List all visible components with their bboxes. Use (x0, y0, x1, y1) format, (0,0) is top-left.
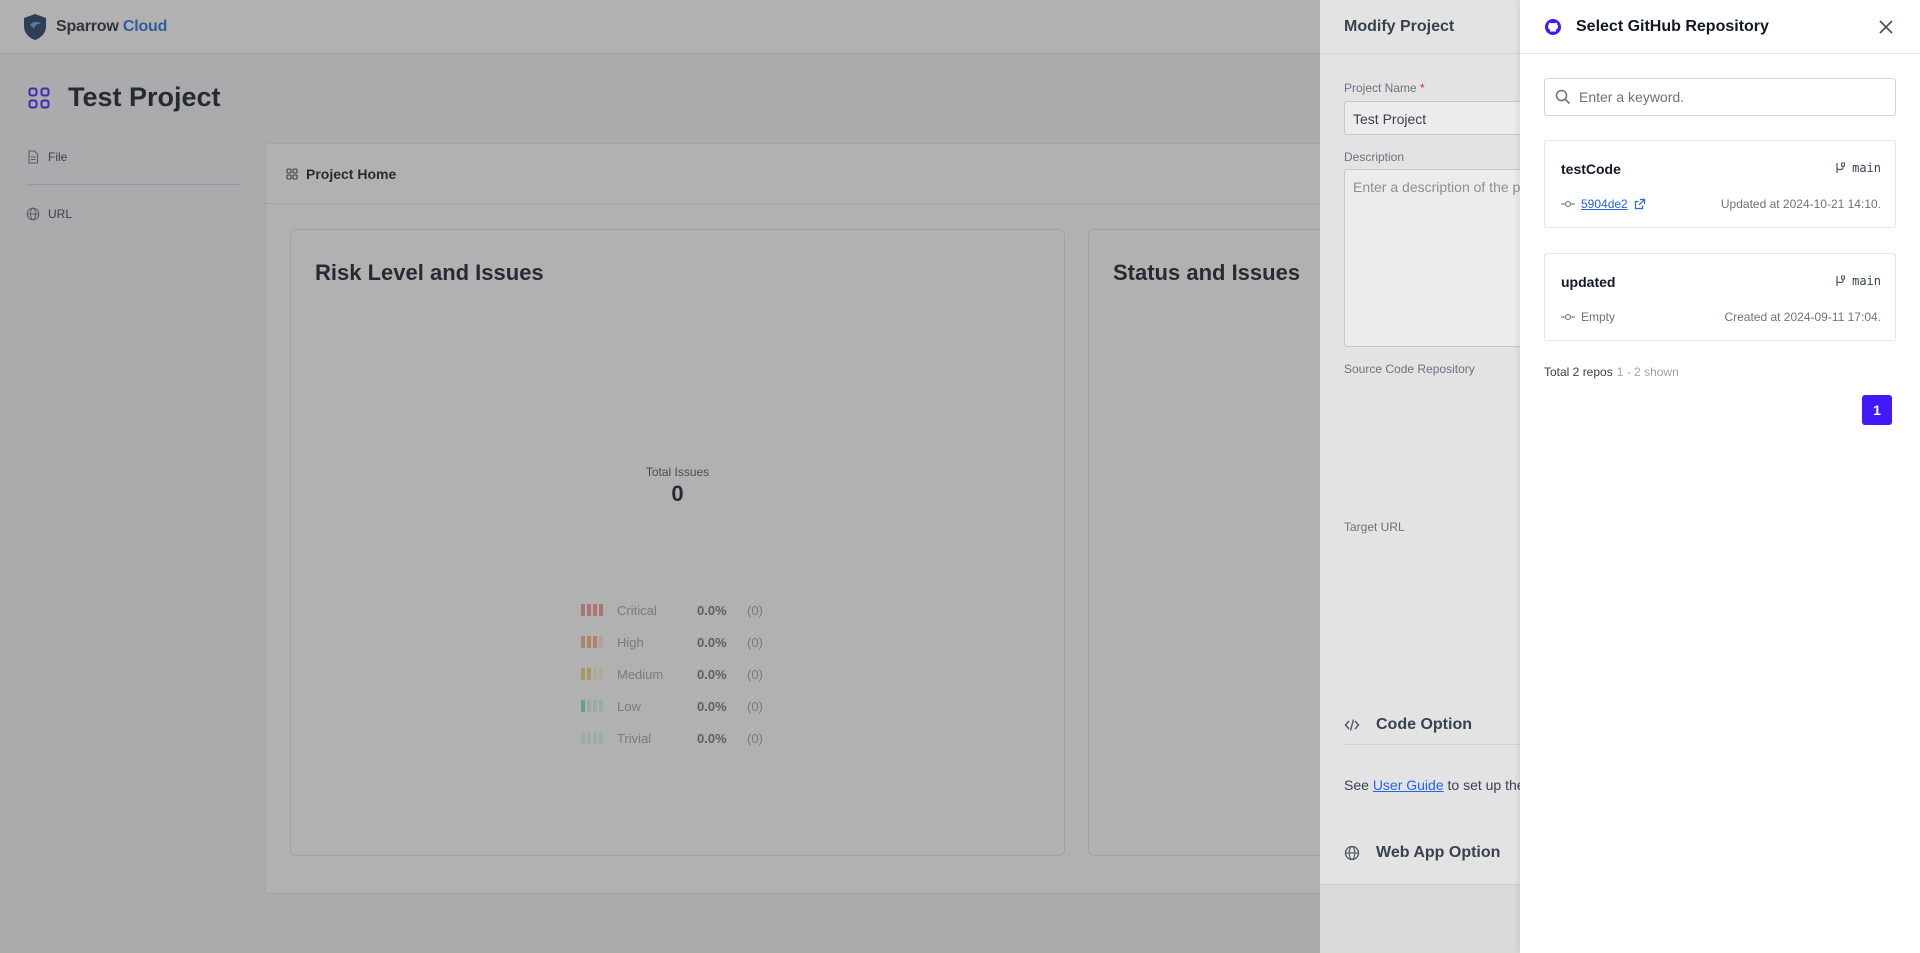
search-box (1544, 78, 1896, 116)
search-input[interactable] (1579, 89, 1879, 105)
user-guide-link[interactable]: User Guide (1373, 777, 1444, 793)
repo-count: Total 2 repos 1 - 2 shown (1544, 365, 1679, 379)
commit-icon (1561, 200, 1575, 208)
guide-suffix: to set up the (1443, 777, 1525, 793)
repo-shown: 1 - 2 shown (1616, 365, 1679, 379)
project-name-label: Project Name * (1344, 81, 1425, 95)
repo-name: testCode (1561, 161, 1621, 177)
commit-empty: Empty (1581, 310, 1616, 324)
drawer-title: Select GitHub Repository (1576, 17, 1769, 35)
code-icon (1344, 719, 1360, 731)
section-title: Web App Option (1376, 844, 1501, 861)
repo-commit: Empty (1561, 310, 1615, 324)
globe-icon (1344, 845, 1360, 861)
branch-icon (1836, 162, 1846, 173)
repo-item-updated[interactable]: updated main Empty Created at 2024-09-11… (1544, 253, 1896, 341)
external-link-icon[interactable] (1634, 198, 1646, 210)
pagination-page-1[interactable]: 1 (1862, 395, 1892, 425)
branch-name: main (1852, 274, 1881, 288)
guide-prefix: See (1344, 777, 1373, 793)
github-icon (1545, 18, 1561, 35)
commit-icon (1561, 313, 1575, 321)
source-repo-label: Source Code Repository (1344, 362, 1475, 376)
section-title: Code Option (1376, 716, 1472, 733)
repo-date: Created at 2024-09-11 17:04. (1724, 310, 1881, 324)
label-text: Project Name (1344, 81, 1417, 95)
select-github-repository-drawer: Select GitHub Repository testCode main 5… (1520, 0, 1920, 953)
target-url-label: Target URL (1344, 520, 1405, 534)
guide-text: See User Guide to set up the (1344, 777, 1525, 793)
repo-total: Total 2 repos (1544, 365, 1613, 379)
repo-branch: main (1835, 161, 1881, 175)
repo-item-testcode[interactable]: testCode main 5904de2 Updated at 2024-10… (1544, 140, 1896, 228)
repo-date: Updated at 2024-10-21 14:10. (1720, 197, 1881, 211)
commit-link[interactable]: 5904de2 (1581, 197, 1628, 211)
branch-icon (1836, 275, 1846, 286)
required-mark: * (1420, 81, 1425, 95)
branch-name: main (1852, 161, 1881, 175)
repo-commit: 5904de2 (1561, 197, 1646, 211)
repo-branch: main (1835, 274, 1881, 288)
close-icon[interactable] (1876, 17, 1896, 37)
repo-name: updated (1561, 274, 1616, 290)
search-icon (1555, 89, 1571, 105)
description-label: Description (1344, 150, 1405, 164)
drawer-header: Select GitHub Repository (1520, 0, 1920, 54)
